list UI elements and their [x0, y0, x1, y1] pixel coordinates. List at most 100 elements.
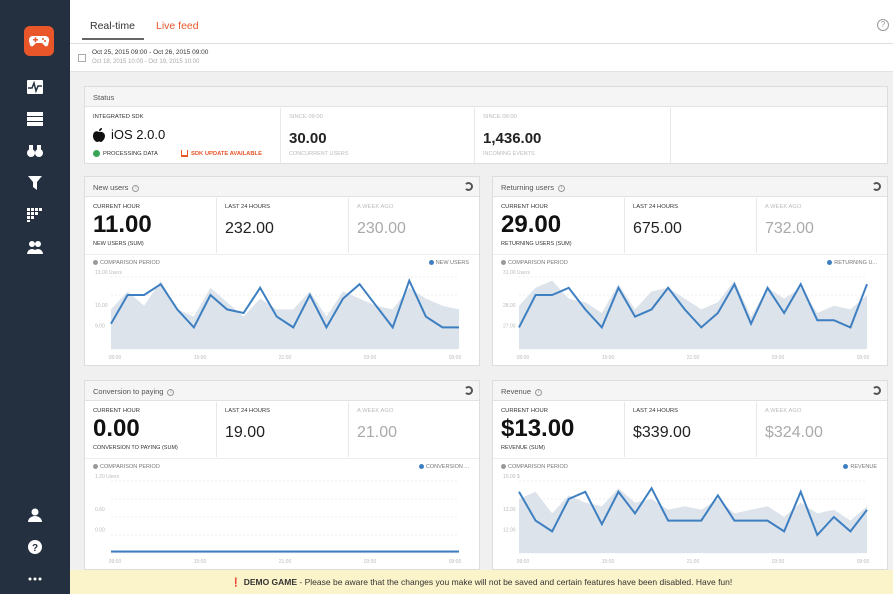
- more-icon[interactable]: [26, 570, 44, 588]
- current-hour-label: CURRENT HOUR: [93, 408, 140, 414]
- demo-message: - Please be aware that the changes you m…: [297, 577, 733, 587]
- legend-comparison-label: COMPARISON PERIOD: [100, 464, 160, 470]
- legend-series-label: NEW USERS: [435, 260, 469, 266]
- x-tick-label: 21:00: [687, 355, 700, 361]
- events-since-label: SINCE 09:00: [483, 114, 517, 120]
- x-tick-label: 21:00: [279, 355, 292, 361]
- comparison-dot-icon: [93, 260, 98, 266]
- series-line: [518, 486, 868, 537]
- comparison-area: [111, 550, 459, 553]
- comparison-date-range: Oct 18, 2015 10:00 - Oct 19, 2015 10:00: [92, 59, 200, 65]
- top-tab-bar: Real-time Live feed ?: [70, 0, 893, 44]
- current-date-range: Oct 25, 2015 09:00 - Oct 26, 2015 09:00: [92, 49, 209, 56]
- x-tick-label: 09:00: [109, 559, 122, 565]
- current-hour-metric: REVENUE (SUM): [501, 445, 546, 451]
- x-tick-label: 21:00: [687, 559, 700, 565]
- tab-realtime[interactable]: Real-time: [90, 20, 135, 32]
- week-ago-cell: A WEEK AGO 21.00: [349, 402, 481, 457]
- current-hour-label: CURRENT HOUR: [93, 204, 140, 210]
- last-24-value: $339.00: [633, 424, 691, 441]
- help-icon[interactable]: ?: [26, 538, 44, 556]
- gamepad-logo-icon[interactable]: [24, 26, 54, 56]
- check-icon: [93, 150, 100, 157]
- legend-comparison[interactable]: COMPARISON PERIOD: [501, 464, 568, 470]
- svg-text:?: ?: [32, 543, 38, 554]
- info-icon[interactable]: i: [132, 184, 140, 192]
- demo-title: DEMO GAME: [243, 577, 298, 587]
- last-24-label: LAST 24 HOURS: [225, 204, 270, 210]
- current-hour-label: CURRENT HOUR: [501, 408, 548, 414]
- y-tick-label: 12.00: [503, 527, 516, 533]
- x-tick-label: 09:00: [857, 559, 870, 565]
- dashboard-icon[interactable]: [26, 110, 44, 128]
- concurrent-users-cell: SINCE 09:00 30.00 CONCURRENT USERS: [281, 108, 475, 163]
- incoming-events-label: INCOMING EVENTS: [483, 151, 535, 157]
- y-unit-label: 13.00 Users: [95, 270, 122, 276]
- x-tick-label: 09:00: [857, 355, 870, 361]
- calendar-icon[interactable]: [78, 54, 86, 62]
- divider: [85, 254, 479, 255]
- last-24-value: 232.00: [225, 220, 274, 237]
- demo-banner: ❗ DEMO GAME - Please be aware that the c…: [70, 570, 893, 594]
- metric-card: New users i CURRENT HOUR 11.00 NEW USERS …: [84, 176, 480, 366]
- x-tick-label: 15:00: [194, 559, 207, 565]
- legend-comparison[interactable]: COMPARISON PERIOD: [93, 260, 160, 266]
- refresh-icon[interactable]: [464, 386, 473, 395]
- funnel-icon[interactable]: [26, 174, 44, 192]
- current-hour-value: 11.00: [93, 211, 152, 238]
- legend-comparison-label: COMPARISON PERIOD: [508, 260, 568, 266]
- info-icon[interactable]: i: [557, 184, 565, 192]
- x-tick-label: 21:00: [279, 559, 292, 565]
- y-tick-label: 28.00: [503, 303, 516, 309]
- legend-series[interactable]: RETURNING U...: [827, 260, 877, 266]
- last-24-hours-cell: LAST 24 HOURS 232.00: [217, 198, 349, 253]
- refresh-icon[interactable]: [872, 182, 881, 191]
- week-ago-label: A WEEK AGO: [357, 204, 394, 210]
- x-tick-label: 15:00: [194, 355, 207, 361]
- last-24-value: 19.00: [225, 424, 266, 441]
- divider: [493, 458, 887, 459]
- x-tick-label: 15:00: [602, 559, 615, 565]
- legend-comparison[interactable]: COMPARISON PERIOD: [93, 464, 160, 470]
- realtime-pulse-icon[interactable]: [26, 78, 44, 96]
- refresh-icon[interactable]: [464, 182, 473, 191]
- y-tick-label: 10.00: [95, 303, 108, 309]
- legend-series[interactable]: CONVERSION ...: [418, 464, 469, 470]
- current-hour-label: CURRENT HOUR: [501, 204, 548, 210]
- sdk-version: iOS 2.0.0: [111, 127, 166, 142]
- concurrent-users-label: CONCURRENT USERS: [289, 151, 349, 157]
- heatmap-icon[interactable]: [26, 206, 44, 224]
- legend-series-label: CONVERSION ...: [425, 464, 469, 470]
- series-line: [110, 277, 459, 330]
- info-icon[interactable]: i: [167, 388, 175, 396]
- page-help-icon[interactable]: ?: [877, 19, 889, 31]
- incoming-events-cell: SINCE 09:00 1,436.00 INCOMING EVENTS: [475, 108, 671, 163]
- date-range-bar[interactable]: Oct 25, 2015 09:00 - Oct 26, 2015 09:00 …: [70, 44, 893, 72]
- legend-comparison[interactable]: COMPARISON PERIOD: [501, 260, 568, 266]
- series-dot-icon: [428, 260, 434, 266]
- comparison-area: [519, 488, 867, 553]
- tab-live-feed[interactable]: Live feed: [156, 20, 199, 32]
- explore-binoculars-icon[interactable]: [26, 142, 44, 160]
- legend-series[interactable]: NEW USERS: [428, 260, 469, 266]
- comparison-dot-icon: [501, 464, 506, 470]
- account-icon[interactable]: [26, 506, 44, 524]
- card-title: Conversion to paying: [93, 387, 164, 396]
- refresh-icon[interactable]: [872, 386, 881, 395]
- current-hour-value: 29.00: [501, 211, 562, 238]
- y-unit-label: 31.00 Users: [503, 270, 530, 276]
- users-icon[interactable]: [26, 238, 44, 256]
- x-tick-label: 09:00: [449, 355, 462, 361]
- last-24-label: LAST 24 HOURS: [633, 408, 678, 414]
- sdk-update-link[interactable]: SDK UPDATE AVAILABLE: [191, 151, 262, 157]
- last-24-hours-cell: LAST 24 HOURS $339.00: [625, 402, 757, 457]
- last-24-hours-cell: LAST 24 HOURS 675.00: [625, 198, 757, 253]
- current-hour-metric: CONVERSION TO PAYING (SUM): [93, 445, 178, 451]
- week-ago-value: $324.00: [765, 424, 823, 441]
- update-icon: [181, 150, 188, 157]
- comparison-area: [519, 280, 867, 349]
- info-icon[interactable]: i: [535, 388, 543, 396]
- active-tab-indicator: [82, 38, 144, 40]
- x-tick-label: 09:00: [517, 559, 530, 565]
- legend-series[interactable]: REVENUE: [843, 464, 877, 470]
